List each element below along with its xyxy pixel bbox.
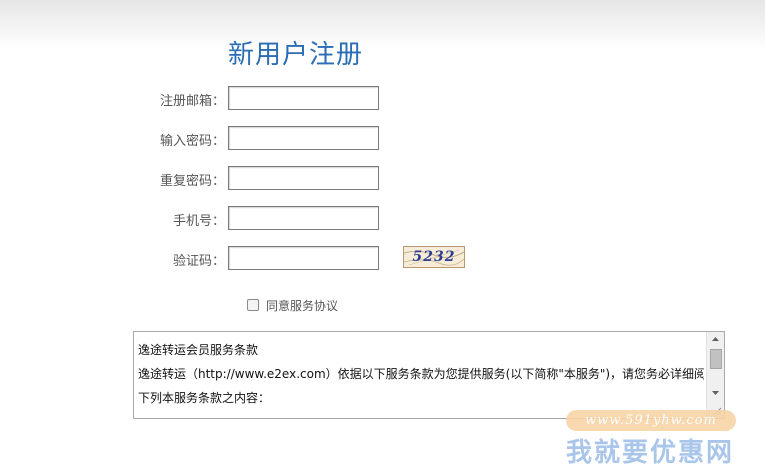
email-row: 注册邮箱： bbox=[0, 86, 765, 112]
captcha-image[interactable]: 5232 bbox=[403, 246, 465, 268]
agree-label: 同意服务协议 bbox=[266, 298, 339, 313]
terms-line: 逸途转运会员服务条款 bbox=[138, 343, 259, 357]
watermark-url: www.591yhw.com bbox=[585, 413, 717, 428]
confirm-password-row: 重复密码： bbox=[0, 166, 765, 192]
watermark-url-badge: www.591yhw.com bbox=[566, 410, 736, 431]
phone-label: 手机号： bbox=[172, 214, 225, 229]
confirm-password-field[interactable] bbox=[228, 166, 379, 190]
terms-content: 逸途转运会员服务条款 逸途转运（http://www.e2ex.com）依据以下… bbox=[138, 338, 704, 410]
scroll-up-button[interactable] bbox=[707, 332, 724, 346]
watermark-brand: 我就要优惠网 bbox=[566, 438, 735, 468]
agree-checkbox[interactable] bbox=[247, 299, 259, 311]
terms-textarea[interactable]: 逸途转运会员服务条款 逸途转运（http://www.e2ex.com）依据以下… bbox=[133, 331, 725, 419]
password-field[interactable] bbox=[228, 126, 379, 150]
scroll-thumb[interactable] bbox=[710, 349, 722, 369]
terms-line: 逸途转运（http://www.e2ex.com）依据以下服务条款为您提供服务(… bbox=[138, 367, 704, 381]
phone-row: 手机号： bbox=[0, 206, 765, 232]
captcha-field[interactable] bbox=[228, 246, 379, 270]
email-field[interactable] bbox=[228, 86, 379, 110]
phone-field[interactable] bbox=[228, 206, 379, 230]
page-title: 新用户注册 bbox=[228, 40, 364, 70]
captcha-label: 验证码： bbox=[172, 254, 225, 269]
top-gradient-band bbox=[0, 0, 765, 50]
triangle-up-icon bbox=[712, 337, 719, 341]
agree-terms[interactable]: 同意服务协议 bbox=[247, 296, 338, 314]
captcha-text: 5232 bbox=[412, 249, 456, 265]
confirm-password-label: 重复密码： bbox=[159, 174, 225, 189]
triangle-down-icon bbox=[712, 391, 719, 395]
password-row: 输入密码： bbox=[0, 126, 765, 152]
terms-line: 下列本服务条款之内容： bbox=[138, 391, 271, 405]
password-label: 输入密码： bbox=[159, 134, 225, 149]
email-label: 注册邮箱： bbox=[159, 94, 225, 109]
scroll-down-button[interactable] bbox=[707, 386, 724, 400]
captcha-row: 验证码： 5232 bbox=[0, 246, 765, 272]
